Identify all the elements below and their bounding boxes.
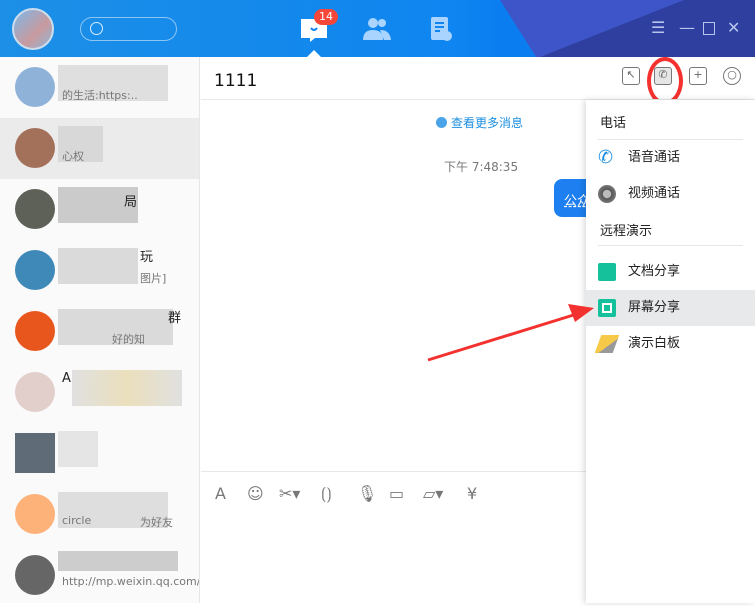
- title-bar: 14 ☰ — ✕: [0, 0, 755, 57]
- pencil-icon: [594, 335, 620, 353]
- doc-share-icon: [598, 263, 616, 281]
- phone-header: 电话: [600, 116, 627, 131]
- pop-out-icon[interactable]: ↖: [622, 67, 640, 85]
- maximize-icon[interactable]: [703, 22, 715, 35]
- video-call-item[interactable]: 视频通话: [586, 176, 755, 212]
- list-item[interactable]: circle 为好友: [0, 484, 199, 545]
- camera-icon: [598, 185, 616, 203]
- message-timestamp: 下午 7:48:35: [444, 160, 519, 174]
- add-icon[interactable]: +: [689, 67, 707, 85]
- screen-share-item[interactable]: 屏幕分享: [586, 290, 755, 326]
- list-item[interactable]: 局: [0, 179, 199, 240]
- screen-share-icon: [598, 299, 616, 317]
- remote-demo-header: 远程演示: [600, 224, 653, 239]
- my-avatar[interactable]: [12, 8, 54, 50]
- clock-icon: [436, 117, 447, 128]
- font-icon[interactable]: A: [215, 484, 226, 503]
- list-item[interactable]: 玩图片]: [0, 240, 199, 301]
- conversation-list: 的生活:https:.. 心权 局 玩图片] 群好的知 A circle 为好友 …: [0, 57, 200, 603]
- red-packet-icon[interactable]: ¥: [467, 484, 477, 503]
- microphone-icon[interactable]: 🎙: [357, 484, 377, 503]
- doc-share-item[interactable]: 文档分享: [586, 254, 755, 290]
- annotation-circle: [647, 57, 683, 105]
- close-icon[interactable]: ✕: [727, 20, 740, 36]
- shake-icon[interactable]: ⟮⟯: [321, 484, 332, 504]
- emoji-icon[interactable]: ☺: [247, 484, 264, 503]
- list-item[interactable]: http://mp.weixin.qq.com/: [0, 545, 199, 606]
- voice-call-item[interactable]: ✆ 语音通话: [586, 140, 755, 176]
- folder-icon[interactable]: ▱▾: [423, 484, 443, 503]
- whiteboard-item[interactable]: 演示白板: [586, 326, 755, 362]
- search-input[interactable]: [80, 17, 177, 41]
- image-icon[interactable]: ▭: [389, 484, 404, 503]
- screenshot-scissors-icon[interactable]: ✂▾: [279, 484, 300, 503]
- view-more-messages-link[interactable]: 查看更多消息: [436, 114, 523, 131]
- list-item[interactable]: 心权: [0, 118, 199, 179]
- settings-icon[interactable]: ○: [723, 67, 741, 85]
- contacts-icon[interactable]: [362, 16, 392, 42]
- unread-badge: 14: [314, 9, 338, 25]
- call-menu: 电话 ✆ 语音通话 视频通话 远程演示 文档分享 屏幕分享 演示白板: [586, 100, 755, 603]
- list-item[interactable]: 的生活:https:..: [0, 57, 199, 118]
- list-item[interactable]: [0, 423, 199, 484]
- list-item[interactable]: 群好的知: [0, 301, 199, 362]
- phone-icon: ✆: [598, 147, 614, 168]
- menu-icon[interactable]: ☰: [651, 20, 665, 36]
- document-icon[interactable]: [428, 16, 458, 42]
- list-item[interactable]: A: [0, 362, 199, 423]
- minimize-icon[interactable]: —: [679, 20, 695, 36]
- chat-title: 1111: [214, 71, 258, 91]
- search-icon: [90, 22, 103, 35]
